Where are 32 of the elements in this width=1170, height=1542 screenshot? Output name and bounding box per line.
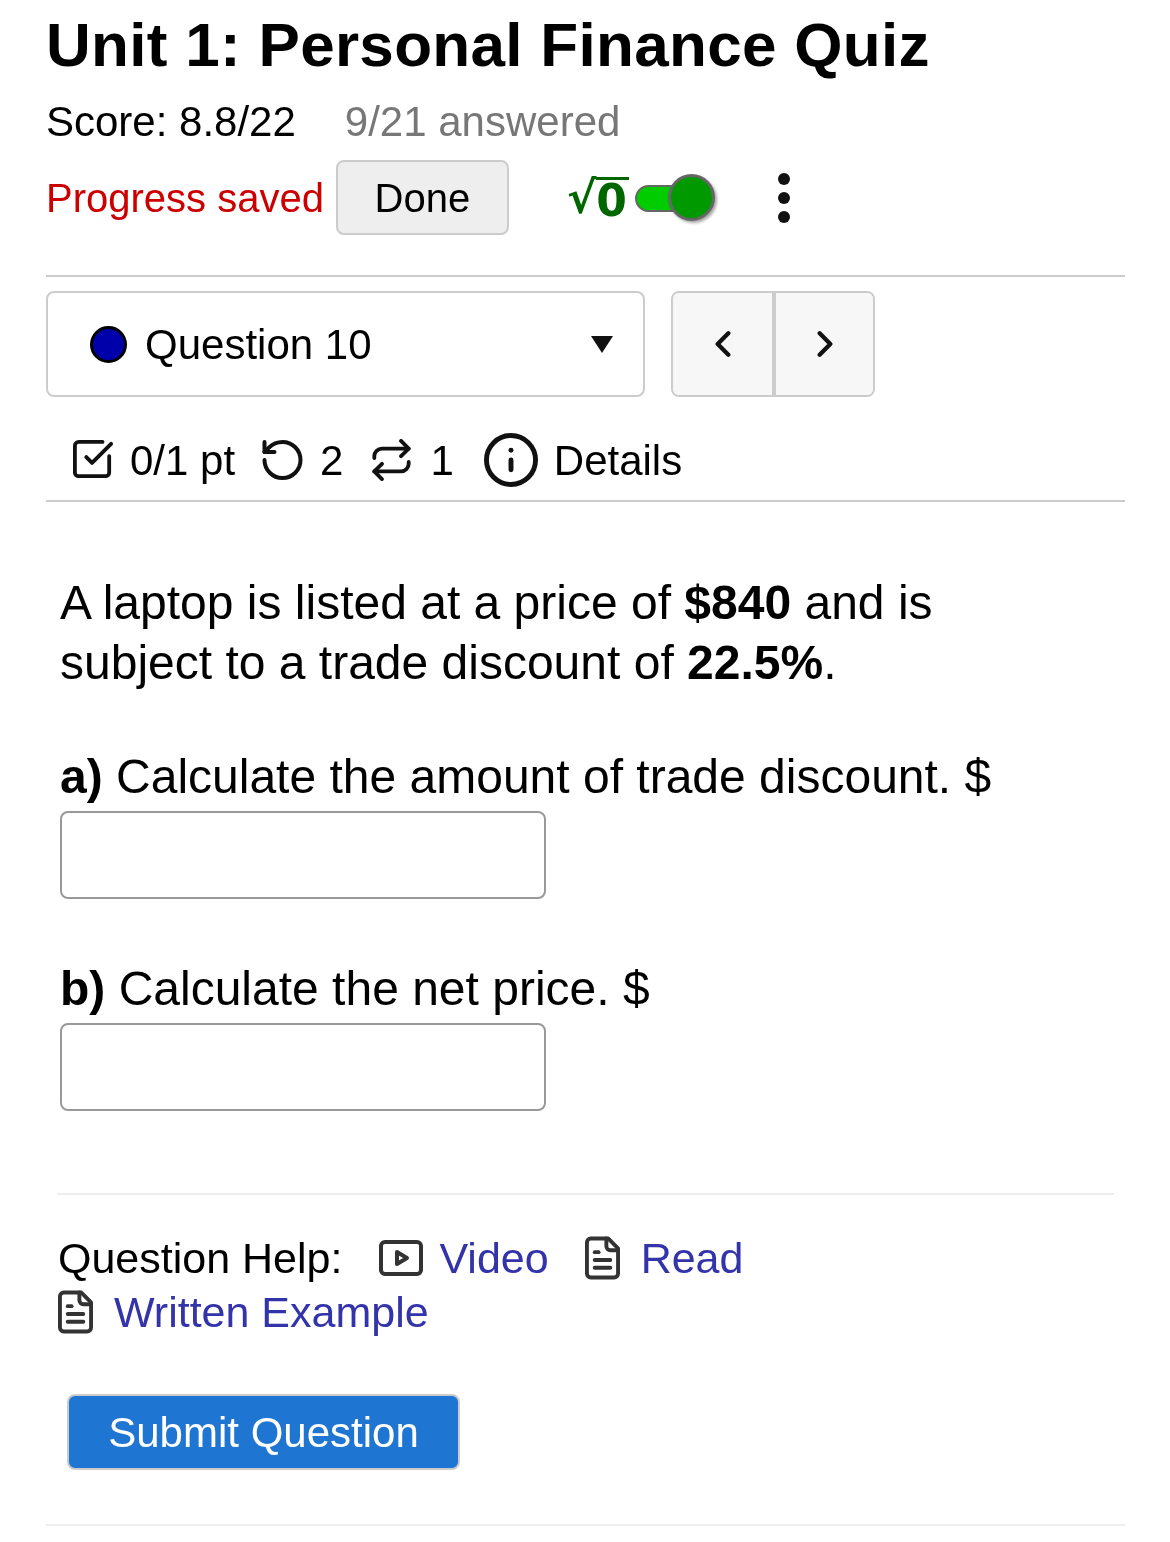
help-link[interactable]: Video (378, 1231, 549, 1285)
versions-count: 1 (430, 435, 454, 486)
done-button[interactable]: Done (335, 160, 509, 235)
answer-field[interactable] (60, 811, 546, 899)
answered-count: 9/21 answered (344, 100, 621, 144)
question-select[interactable]: Question 10 (46, 291, 645, 397)
question-prompt: a) Calculate the amount of trade discount. $ (60, 749, 992, 805)
toggle-switch[interactable] (634, 173, 715, 222)
question-prompt: b) Calculate the net price. $ (60, 961, 650, 1017)
help-link[interactable]: Read (584, 1231, 744, 1285)
video-icon (378, 1240, 425, 1276)
attempts-count: 2 (320, 435, 344, 486)
answer-field[interactable] (60, 1023, 546, 1111)
details-button[interactable]: Details (483, 428, 683, 492)
checked-box-icon (73, 440, 113, 480)
chevron-right-icon (816, 330, 833, 358)
loop-arrows-icon (371, 439, 413, 481)
points-text: 0/1 pt (130, 435, 236, 486)
save-status: Progress saved (46, 174, 324, 222)
square-root-label: √0 (566, 173, 629, 222)
chevron-left-icon (714, 330, 731, 358)
help-label: Question Help: (58, 1233, 343, 1284)
document-icon (58, 1290, 93, 1334)
document-icon (584, 1236, 620, 1280)
caret-down-icon (591, 335, 613, 353)
help-link[interactable]: Written Example (58, 1285, 429, 1339)
counterclockwise-arrow-icon (261, 440, 305, 480)
info-icon (483, 433, 538, 487)
question-text: A laptop is listed at a price of $840 and is subject to a trade discount of 22.5%. (60, 575, 934, 691)
more-options-icon[interactable] (777, 172, 790, 223)
submit-button[interactable]: Submit Question (67, 1394, 460, 1470)
score-text: Score: 8.8/22 (46, 100, 296, 144)
